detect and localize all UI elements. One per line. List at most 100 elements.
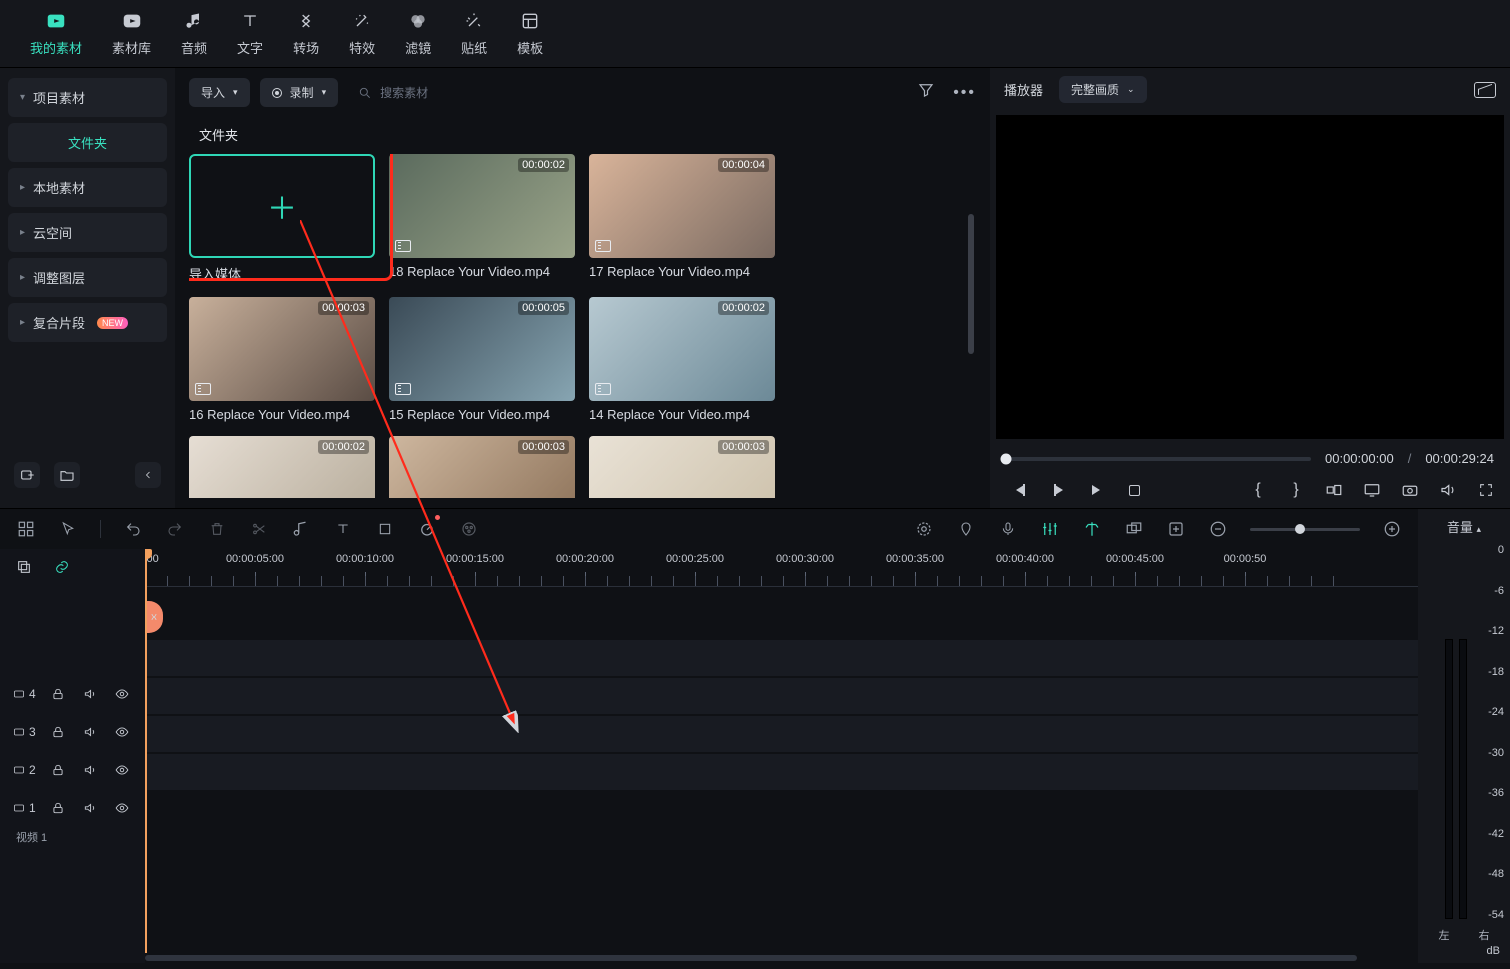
media-clip[interactable]: 00:00:0214 Replace Your Video.mp4 (589, 297, 775, 422)
color-tool[interactable] (459, 519, 479, 539)
sidebar-project-media[interactable]: ▾项目素材 (8, 78, 167, 117)
time-ruler[interactable]: 00:0000:00:05:0000:00:10:0000:00:15:0000… (145, 549, 1418, 587)
timeline-track[interactable] (145, 753, 1418, 791)
media-clip[interactable]: 00:00:0417 Replace Your Video.mp4 (589, 154, 775, 283)
timeline-track[interactable] (145, 677, 1418, 715)
clip-thumbnail[interactable]: 00:00:03 (389, 436, 575, 498)
visibility-track-button[interactable] (112, 684, 132, 704)
camera-button[interactable] (1400, 480, 1420, 500)
clip-thumbnail[interactable]: 00:00:05 (389, 297, 575, 401)
split-button[interactable] (249, 519, 269, 539)
marker-button[interactable] (956, 519, 976, 539)
media-clip[interactable]: 00:00:02 (189, 436, 375, 498)
play-button[interactable] (1086, 480, 1106, 500)
volume-button[interactable] (1438, 480, 1458, 500)
undo-button[interactable] (123, 519, 143, 539)
visibility-track-button[interactable] (112, 722, 132, 742)
media-scrollbar[interactable] (968, 214, 976, 488)
fullscreen-button[interactable] (1476, 480, 1496, 500)
timeline-track[interactable] (145, 715, 1418, 753)
scrub-track[interactable] (1006, 457, 1311, 461)
mark-in-button[interactable]: { (1248, 480, 1268, 500)
meter-toggle-icon[interactable]: ▴ (1477, 524, 1482, 534)
media-clip[interactable]: 00:00:03 (589, 436, 775, 498)
nav-effects[interactable]: 特效 (349, 10, 375, 57)
zoom-in-button[interactable] (1382, 519, 1402, 539)
playhead[interactable] (145, 549, 147, 953)
layout-button[interactable] (16, 519, 36, 539)
clip-thumbnail[interactable]: 00:00:02 (589, 297, 775, 401)
clip-thumbnail[interactable]: 00:00:04 (589, 154, 775, 258)
crop-tool[interactable] (375, 519, 395, 539)
zoom-slider[interactable] (1250, 528, 1360, 531)
magnet-button[interactable] (1082, 519, 1102, 539)
search-input[interactable]: 搜索素材 (348, 78, 907, 107)
import-button[interactable]: 导入▾ (189, 78, 250, 107)
nav-stickers[interactable]: 贴纸 (461, 10, 487, 57)
clip-thumbnail[interactable]: 00:00:03 (189, 297, 375, 401)
mute-track-button[interactable] (80, 760, 100, 780)
import-media-tile[interactable]: ＋ (189, 154, 375, 258)
ai-button[interactable] (914, 519, 934, 539)
nav-audio[interactable]: 音频 (181, 10, 207, 57)
visibility-track-button[interactable] (112, 760, 132, 780)
nav-my-media[interactable]: 我的素材 (30, 10, 82, 57)
next-frame-button[interactable] (1048, 480, 1068, 500)
media-clip[interactable]: 00:00:0515 Replace Your Video.mp4 (389, 297, 575, 422)
snapshot-button[interactable] (1474, 82, 1496, 98)
clip-thumbnail[interactable]: 00:00:02 (389, 154, 575, 258)
nav-filters[interactable]: 滤镜 (405, 10, 431, 57)
sidebar-compound[interactable]: ▸复合片段NEW (8, 303, 167, 342)
lock-track-button[interactable] (48, 760, 68, 780)
sidebar-local-media[interactable]: ▸本地素材 (8, 168, 167, 207)
new-folder-button[interactable] (54, 462, 80, 488)
marker[interactable] (145, 601, 163, 633)
media-clip[interactable]: 00:00:0316 Replace Your Video.mp4 (189, 297, 375, 422)
timeline-track[interactable] (145, 639, 1418, 677)
prev-frame-button[interactable] (1010, 480, 1030, 500)
media-clip[interactable]: ＋导入媒体 (189, 154, 375, 283)
tracks-area[interactable]: 00:0000:00:05:0000:00:10:0000:00:15:0000… (145, 549, 1418, 963)
mic-button[interactable] (998, 519, 1018, 539)
lock-track-button[interactable] (48, 722, 68, 742)
lock-track-button[interactable] (48, 798, 68, 818)
text-tool[interactable] (333, 519, 353, 539)
nav-templates[interactable]: 模板 (517, 10, 543, 57)
speed-tool[interactable] (417, 519, 437, 539)
visibility-track-button[interactable] (112, 798, 132, 818)
mute-track-button[interactable] (80, 684, 100, 704)
media-clip[interactable]: 00:00:03 (389, 436, 575, 498)
media-clip[interactable]: 00:00:0218 Replace Your Video.mp4 (389, 154, 575, 283)
sidebar-cloud[interactable]: ▸云空间 (8, 213, 167, 252)
scrub-knob[interactable] (1001, 453, 1012, 464)
sidebar-folder[interactable]: 文件夹 (8, 123, 167, 162)
sidebar-adjust-layers[interactable]: ▸调整图层 (8, 258, 167, 297)
preview-canvas[interactable] (996, 115, 1504, 439)
filter-button[interactable] (917, 81, 935, 104)
marker-bar[interactable] (145, 587, 1418, 639)
audio-mixer-button[interactable] (1040, 519, 1060, 539)
link-button[interactable] (52, 557, 72, 577)
mute-track-button[interactable] (80, 722, 100, 742)
stop-button[interactable] (1124, 480, 1144, 500)
group-button[interactable] (1124, 519, 1144, 539)
redo-button[interactable] (165, 519, 185, 539)
nav-stock[interactable]: 素材库 (112, 10, 151, 57)
nav-text[interactable]: 文字 (237, 10, 263, 57)
add-track-button[interactable] (1166, 519, 1186, 539)
duplicate-track-button[interactable] (14, 557, 34, 577)
more-button[interactable]: ••• (953, 84, 976, 102)
quality-select[interactable]: 完整画质⌄ (1059, 76, 1147, 103)
timeline-scrollbar[interactable] (145, 953, 1408, 963)
record-button[interactable]: 录制▾ (260, 78, 339, 107)
collapse-sidebar-button[interactable] (135, 462, 161, 488)
zoom-out-button[interactable] (1208, 519, 1228, 539)
ratio-button[interactable] (1324, 480, 1344, 500)
select-tool[interactable] (58, 519, 78, 539)
nav-transition[interactable]: 转场 (293, 10, 319, 57)
mute-track-button[interactable] (80, 798, 100, 818)
audio-tool[interactable] (291, 519, 311, 539)
delete-button[interactable] (207, 519, 227, 539)
clip-thumbnail[interactable]: 00:00:03 (589, 436, 775, 498)
display-button[interactable] (1362, 480, 1382, 500)
